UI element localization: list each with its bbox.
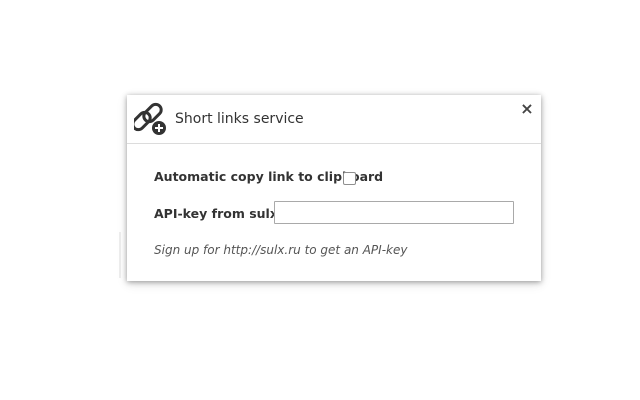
chain-link-add-icon bbox=[131, 102, 168, 136]
page: Short links service × Automatic copy lin… bbox=[0, 0, 640, 400]
auto-copy-checkbox[interactable] bbox=[343, 172, 356, 185]
settings-dialog: Short links service × Automatic copy lin… bbox=[127, 95, 541, 281]
signup-note: Sign up for http://sulx.ru to get an API… bbox=[154, 243, 408, 257]
dialog-header: Short links service × bbox=[127, 95, 541, 144]
close-button[interactable]: × bbox=[519, 101, 535, 117]
background-edge bbox=[119, 232, 121, 278]
api-key-input[interactable] bbox=[274, 201, 514, 224]
dialog-title: Short links service bbox=[175, 111, 304, 127]
